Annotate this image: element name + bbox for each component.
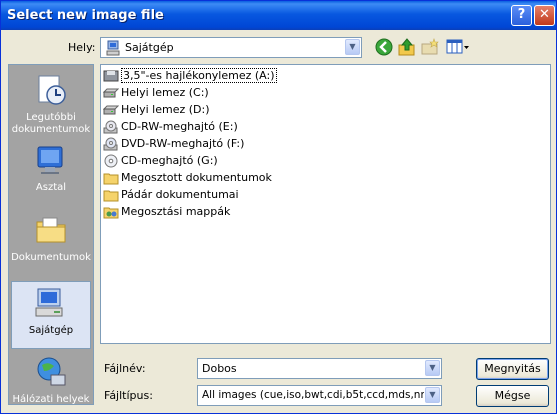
help-button[interactable]: ? <box>511 5 532 26</box>
chevron-down-icon[interactable]: ▼ <box>425 387 440 403</box>
dvd-drive-icon <box>103 137 118 150</box>
place-recent-documents[interactable]: Legutóbbi dokumentumok <box>11 69 91 137</box>
up-folder-icon[interactable] <box>398 38 416 56</box>
my-computer-icon <box>35 288 63 317</box>
list-item[interactable]: Megosztott dokumentumok <box>103 169 272 186</box>
hard-drive-icon <box>103 105 119 114</box>
place-my-computer[interactable]: Sajátgép <box>11 281 91 349</box>
chevron-down-icon[interactable]: ▼ <box>345 39 360 55</box>
list-item[interactable]: Helyi lemez (C:) <box>103 84 209 101</box>
look-in-value: Sajátgép <box>125 41 174 54</box>
network-places-icon <box>37 357 66 386</box>
folder-icon <box>103 190 119 201</box>
hard-drive-icon <box>103 88 119 97</box>
place-network-places[interactable]: Hálózati helyek <box>11 351 91 419</box>
filetype-select[interactable]: All images (cue,iso,bwt,cdi,b5t,ccd,mds,… <box>197 385 442 406</box>
title-bar[interactable]: Select new image file ? ✕ <box>1 1 556 30</box>
window-title: Select new image file <box>7 8 164 23</box>
file-dialog: Select new image file ? ✕ Hely: Sajátgép… <box>0 0 557 414</box>
shared-folder-icon <box>103 207 119 218</box>
filetype-label: Fájltípus: <box>104 389 153 402</box>
chevron-down-icon[interactable]: ▼ <box>425 360 440 376</box>
filename-input[interactable]: Dobos ▼ <box>197 358 442 379</box>
desktop-icon <box>37 146 63 174</box>
open-button[interactable]: Megnyitás <box>476 358 549 380</box>
my-computer-icon <box>106 40 120 56</box>
back-icon[interactable] <box>375 38 393 56</box>
cancel-button[interactable]: Mégse <box>476 385 549 407</box>
view-menu-icon[interactable] <box>446 38 470 56</box>
cd-drive-icon <box>103 120 118 133</box>
look-in-select[interactable]: Sajátgép ▼ <box>100 37 362 58</box>
filename-label: Fájlnév: <box>104 362 146 375</box>
floppy-icon <box>103 70 119 81</box>
list-item[interactable]: Megosztási mappák <box>103 203 230 220</box>
new-folder-icon[interactable] <box>421 38 439 56</box>
list-item[interactable]: CD-RW-meghajtó (E:) <box>103 118 238 135</box>
cd-drive-icon <box>104 154 118 167</box>
places-bar: Legutóbbi dokumentumok Asztal Dokumentum… <box>8 64 94 405</box>
list-item[interactable]: Pádár dokumentumai <box>103 186 239 203</box>
place-desktop[interactable]: Asztal <box>11 139 91 207</box>
close-button[interactable]: ✕ <box>534 5 555 26</box>
list-item[interactable]: DVD-RW-meghajtó (F:) <box>103 135 244 152</box>
file-list[interactable]: 3,5"-es hajlékonylemez (A:) Helyi lemez … <box>100 64 551 344</box>
recent-documents-icon <box>38 75 66 105</box>
look-in-label: Hely: <box>68 41 96 54</box>
list-item[interactable]: Helyi lemez (D:) <box>103 101 210 118</box>
folder-icon <box>103 173 119 184</box>
place-my-documents[interactable]: Dokumentumok <box>11 209 91 277</box>
list-item[interactable]: CD-meghajtó (G:) <box>103 152 218 169</box>
my-documents-icon <box>36 217 66 243</box>
list-item[interactable]: 3,5"-es hajlékonylemez (A:) <box>103 67 277 84</box>
